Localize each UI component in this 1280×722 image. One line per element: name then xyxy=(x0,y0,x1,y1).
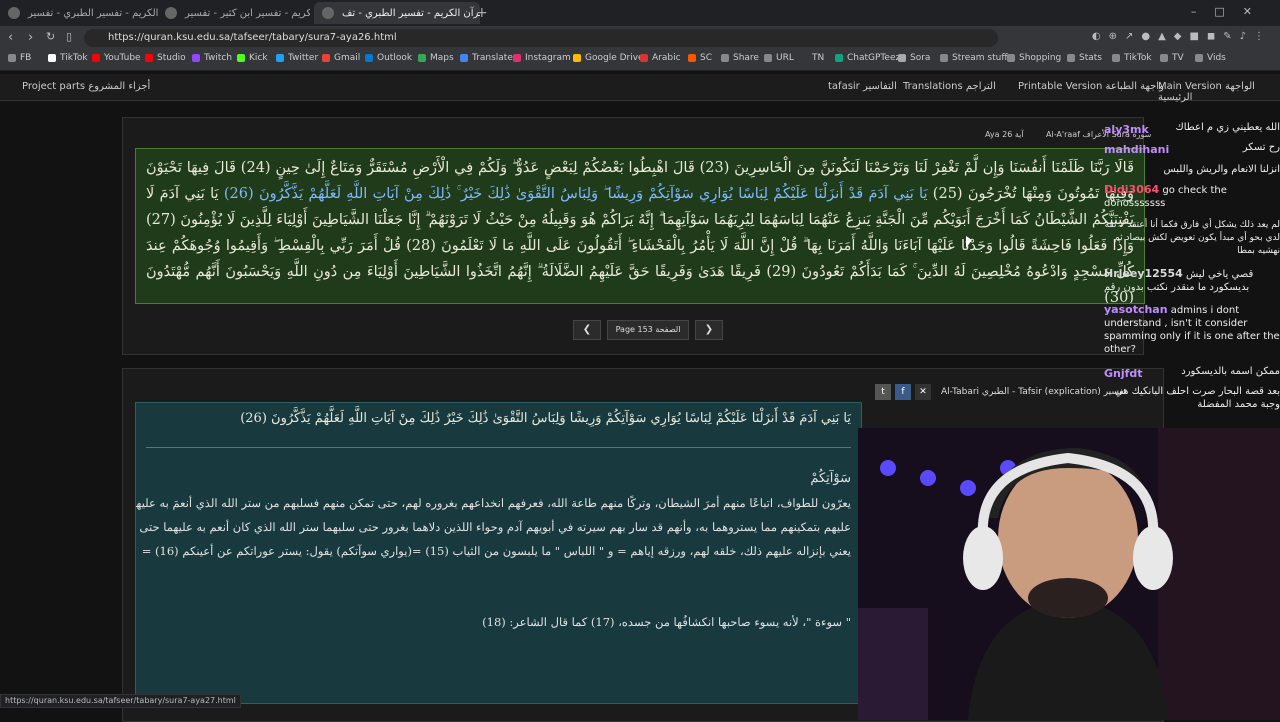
browser-tab-strip: القرآن الكريم - تفسير الطبري - تفسير... … xyxy=(0,0,1280,26)
bookmark-google-drive[interactable]: Google Drive xyxy=(573,53,644,63)
streamer-image xyxy=(858,428,1280,720)
tafsir-line-1: سَوْآتِكُمْ xyxy=(810,471,851,486)
tafsir-content: يَا بَنِي آدَمَ قَدْ أَنزَلْنَا عَلَيْكُ… xyxy=(135,402,862,704)
bookmark-tiktok[interactable]: TikTok xyxy=(48,53,88,63)
bookmark-maps[interactable]: Maps xyxy=(418,53,454,63)
bookmark-sora[interactable]: Sora xyxy=(898,53,930,63)
stream-chat-overlay: الله يعطيني زي م اعطاك aly3mk رح تسكر ma… xyxy=(1100,117,1280,417)
chat-message: Hrleey12554 قصي ياخي ليش بديسكورد ما منق… xyxy=(1104,267,1254,293)
chat-message: لم يعد ذلك يشكل أي فارق فكما أنا أعتقد ل… xyxy=(1104,220,1280,256)
bookmark-tn[interactable]: TN xyxy=(812,53,824,63)
tab-tabary-1[interactable]: القرآن الكريم - تفسير الطبري - تفسير... xyxy=(8,2,158,24)
chat-username: mahdihani xyxy=(1104,143,1170,156)
tafsir-heading: يَا بَنِي آدَمَ قَدْ أَنزَلْنَا عَلَيْكُ… xyxy=(240,411,851,426)
bookmark-kick[interactable]: Kick xyxy=(237,53,268,63)
project-parts-menu[interactable]: Project parts أجزاء المشروع xyxy=(22,81,150,92)
bookmark-chatgpteez[interactable]: ChatGPTeez xyxy=(835,53,900,63)
bookmark-stream-stuff[interactable]: Stream stuff xyxy=(940,53,1008,63)
close-icon[interactable]: ✕ xyxy=(915,384,931,400)
chat-message: yasotchan admins i dont understand , isn… xyxy=(1104,303,1280,355)
window-controls[interactable]: –□✕ xyxy=(1191,5,1270,18)
bookmark-stats[interactable]: Stats xyxy=(1067,53,1102,63)
bookmark-translate[interactable]: Translate xyxy=(460,53,513,63)
tafsir-line-2: يعرّون للطواف، اتباعًا منهم أمرَ الشيطان… xyxy=(135,496,851,510)
tafsir-line-5: " سوءة "، لأنه يسوء صاحبها انكشافُها من … xyxy=(482,615,851,629)
favicon-icon xyxy=(8,7,20,19)
url-field[interactable]: https://quran.ksu.edu.sa/tafseer/tabary/… xyxy=(84,29,998,47)
bookmark-share[interactable]: Share xyxy=(721,53,759,63)
facebook-share-icon[interactable]: f xyxy=(895,384,911,400)
tafasir-menu[interactable]: tafasir التفاسير xyxy=(828,81,897,92)
tafsir-select[interactable]: Al-Tabari الطبري - Tafsir (explication) … xyxy=(941,387,1126,397)
tab-ibn-kathir[interactable]: القرآن الكريم - تفسير ابن كثير - تفسير..… xyxy=(165,2,310,24)
verse-26-highlight[interactable]: يَا بَنِي آدَمَ قَدْ أَنزَلْنَا عَلَيْكُ… xyxy=(224,186,928,202)
next-page-button[interactable]: ❯ xyxy=(695,320,723,340)
aya-select[interactable]: Aya 26 آية xyxy=(985,130,1024,139)
chat-message: بعد قصة البحار صرت احلف البانكيك هي وجبة… xyxy=(1114,386,1280,410)
bookmark-shopping[interactable]: Shopping xyxy=(1007,53,1061,63)
reload-icon[interactable]: ↻ xyxy=(46,30,55,43)
bookmark-twitter[interactable]: Twitter xyxy=(276,53,318,63)
bookmark-instagram[interactable]: Instagram xyxy=(513,53,571,63)
extension-icons[interactable]: ◐⊕↗●▲◆■◼✎♪⋮ xyxy=(1092,31,1272,42)
chat-username: Gnjfdt xyxy=(1104,367,1143,380)
site-navbar: Project parts أجزاء المشروع tafasir التف… xyxy=(0,74,1280,103)
main-version-link[interactable]: Main Version الواجهة الرئيسية xyxy=(1158,81,1280,103)
verses-text: قَالَا رَبَّنَا ظَلَمْنَا أَنفُسَنَا وَإ… xyxy=(135,148,1145,304)
bookmark-tv[interactable]: TV xyxy=(1160,53,1184,63)
bookmark-icon[interactable]: ▯ xyxy=(66,30,72,43)
bookmark-youtube[interactable]: YouTube xyxy=(92,53,141,63)
tab-title: القرآن الكريم - تفسير ابن كثير - تفسير..… xyxy=(185,7,310,19)
bookmark-studio[interactable]: Studio xyxy=(145,53,186,63)
bookmark-url[interactable]: URL xyxy=(764,53,794,63)
verses-27-30: يَا بَنِي آدَمَ لَا يَفْتِنَنَّكُمُ الشَ… xyxy=(146,186,1134,304)
bookmark-sc[interactable]: SC xyxy=(688,53,712,63)
bookmark-tiktok-2[interactable]: TikTok xyxy=(1112,53,1152,63)
webcam-overlay xyxy=(858,428,1280,720)
tab-tabary-active[interactable]: القرآن الكريم - تفسير الطبري - تف... ✕ xyxy=(314,2,480,24)
status-bar-url: https://quran.ksu.edu.sa/tafseer/tabary/… xyxy=(0,694,241,708)
prev-page-button[interactable]: ❮ xyxy=(573,320,601,340)
favicon-icon xyxy=(322,7,334,19)
mouse-cursor xyxy=(966,236,972,248)
printable-version-link[interactable]: Printable Version واجهة الطباعة xyxy=(1018,81,1164,92)
bookmark-gmail[interactable]: Gmail xyxy=(322,53,360,63)
tab-title: القرآن الكريم - تفسير الطبري - تف... xyxy=(342,7,480,19)
bookmark-arabic[interactable]: Arabic xyxy=(640,53,681,63)
tab-title: القرآن الكريم - تفسير الطبري - تفسير... xyxy=(28,7,158,19)
tafsir-line-4: يعني بإنزاله عليهم ذلك، خلقه لهم، ورزقه … xyxy=(141,544,851,558)
chat-username: aly3mk xyxy=(1104,123,1149,136)
forward-icon[interactable]: › xyxy=(28,30,33,45)
bookmark-fb[interactable]: FB xyxy=(8,53,31,63)
back-icon[interactable]: ‹ xyxy=(8,30,13,45)
new-tab-button[interactable]: + xyxy=(476,5,488,21)
bookmarks-bar: FB TikTok YouTube Studio Twitch Kick Twi… xyxy=(0,50,1280,71)
bookmark-vids[interactable]: Vids xyxy=(1195,53,1226,63)
translations-menu[interactable]: Translations التراجم xyxy=(903,81,996,92)
bookmark-twitch[interactable]: Twitch xyxy=(192,53,232,63)
chat-message: انزلنا الانعام والريش واللبس xyxy=(1163,164,1280,175)
page-pager: ❮ Page 153 الصفحة ❯ xyxy=(573,320,723,340)
divider xyxy=(146,447,851,448)
url-text: https://quran.ksu.edu.sa/tafseer/tabary/… xyxy=(108,32,397,43)
favicon-icon xyxy=(165,7,177,19)
tafsir-line-3: عليهم بتمكينهم مما يستروهما به، وأنهم قد… xyxy=(135,520,851,534)
address-bar-row: ‹ › ↻ ▯ https://quran.ksu.edu.sa/tafseer… xyxy=(0,26,1280,50)
page-select[interactable]: Page 153 الصفحة xyxy=(607,320,689,340)
chat-message: Didi3064 go check the donosssssss xyxy=(1104,183,1227,209)
bookmark-outlook[interactable]: Outlook xyxy=(365,53,412,63)
twitter-share-icon[interactable]: t xyxy=(875,384,891,400)
tafsir-toolbar: t f ✕ Al-Tabari الطبري - Tafsir (explica… xyxy=(875,383,1126,401)
